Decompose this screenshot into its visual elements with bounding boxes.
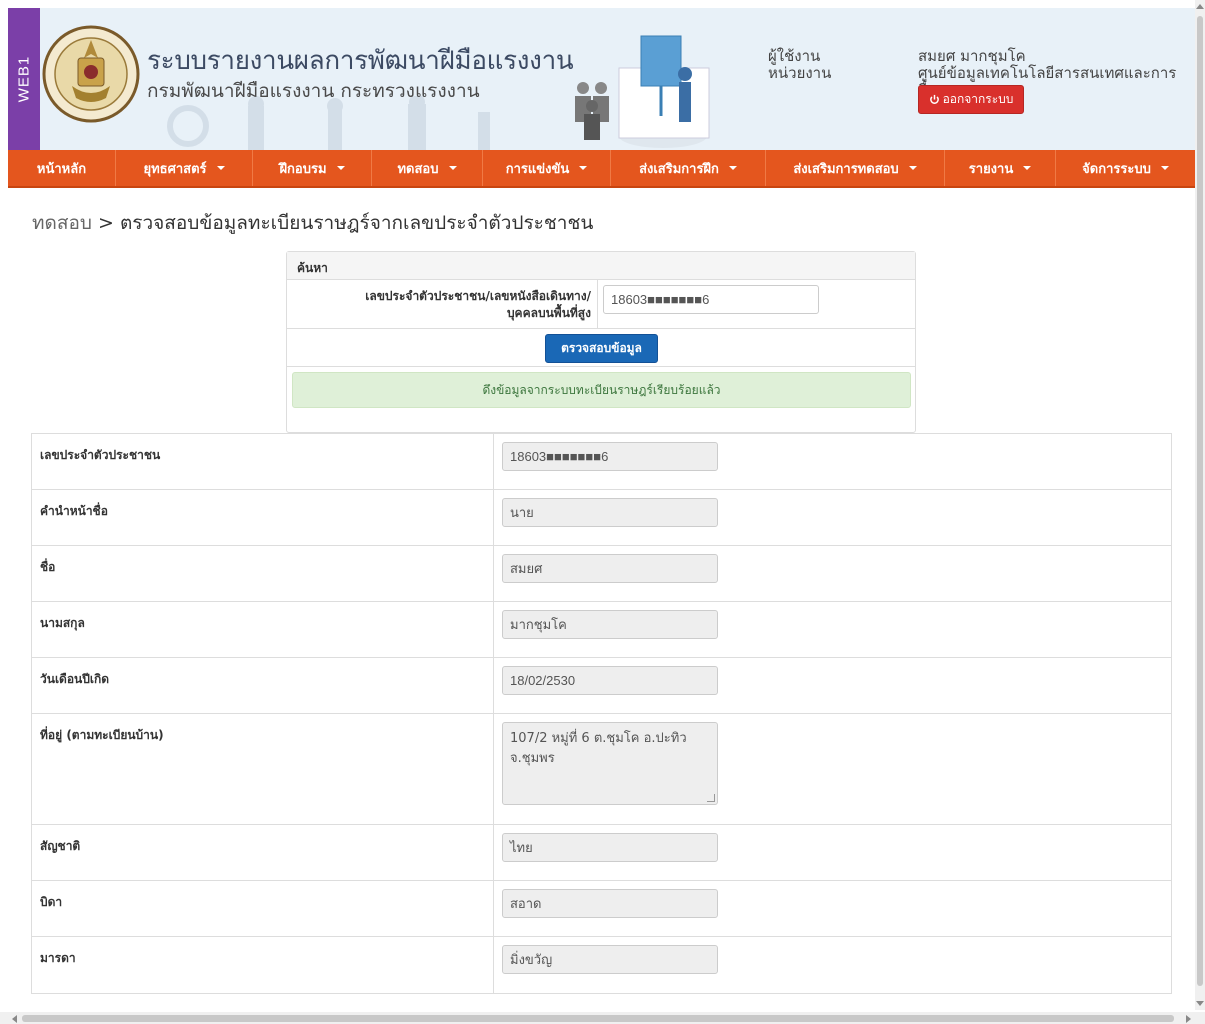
- row-divider: [597, 280, 598, 328]
- detail-row-mother: มารดา มิ่งขวัญ: [32, 937, 1171, 993]
- detail-label: สัญชาติ: [32, 825, 494, 880]
- search-panel-heading: ค้นหา: [287, 252, 915, 280]
- detail-row-father: บิดา สอาด: [32, 881, 1171, 937]
- address-textarea: 107/2 หมู่ที่ 6 ต.ชุมโค อ.ปะทิว จ.ชุมพร: [502, 722, 718, 805]
- unit-label: หน่วยงาน: [768, 64, 832, 82]
- search-button-row: ตรวจสอบข้อมูล: [287, 329, 915, 367]
- nav-item-competition[interactable]: การแข่งขัน: [483, 150, 611, 186]
- detail-label: บิดา: [32, 881, 494, 936]
- caret-down-icon: [908, 166, 917, 170]
- id-number-input[interactable]: 18603■■■■■■■6: [603, 285, 819, 314]
- detail-row-last-name: นามสกุล มากชุมโค: [32, 602, 1171, 658]
- main-navbar: หน้าหลัก ยุทธศาสตร์ ฝึกอบรม ทดสอบ การแข่…: [8, 150, 1195, 188]
- scroll-left-icon[interactable]: [12, 1015, 17, 1023]
- caret-down-icon: [216, 166, 225, 170]
- id-card-field: 18603■■■■■■■6: [502, 442, 718, 471]
- detail-label: ชื่อ: [32, 546, 494, 601]
- detail-label: นามสกุล: [32, 602, 494, 657]
- address-line: 107/2 หมู่ที่ 6 ต.ชุมโค อ.ปะทิว: [510, 731, 687, 746]
- scrollbar-thumb[interactable]: [1197, 16, 1203, 986]
- scroll-right-icon[interactable]: [1186, 1015, 1191, 1023]
- breadcrumb: ทดสอบ > ตรวจสอบข้อมูลทะเบียนราษฎร์จากเลข…: [32, 208, 593, 238]
- detail-label: คำนำหน้าชื่อ: [32, 490, 494, 545]
- scroll-up-icon[interactable]: [1196, 4, 1204, 9]
- nav-label: ทดสอบ: [397, 161, 439, 177]
- detail-label: มารดา: [32, 937, 494, 993]
- horizontal-scrollbar[interactable]: [0, 1012, 1205, 1024]
- resize-grip-icon: [707, 794, 715, 802]
- detail-row-birth-date: วันเดือนปีเกิด 18/02/2530: [32, 658, 1171, 714]
- system-subtitle: กรมพัฒนาฝีมือแรงงาน กระทรวงแรงงาน: [147, 80, 480, 102]
- caret-down-icon: [728, 166, 737, 170]
- nav-label: การแข่งขัน: [505, 161, 570, 177]
- caret-down-icon: [1023, 166, 1032, 170]
- nav-item-training[interactable]: ฝึกอบรม: [253, 150, 372, 186]
- birth-date-field: 18/02/2530: [502, 666, 718, 695]
- logout-label: ออกจากระบบ: [942, 92, 1014, 106]
- user-info-labels: ผู้ใช้งาน หน่วยงาน: [768, 48, 831, 82]
- prefix-field: นาย: [502, 498, 718, 527]
- nav-label: ส่งเสริมการฝึก: [639, 161, 719, 177]
- department-seal-logo: [42, 25, 140, 123]
- nav-item-strategy[interactable]: ยุทธศาสตร์: [116, 150, 253, 186]
- scroll-down-icon[interactable]: [1196, 1001, 1204, 1006]
- citizen-details-table: เลขประจำตัวประชาชน 18603■■■■■■■6 คำนำหน้…: [31, 433, 1172, 994]
- vertical-scrollbar[interactable]: [1195, 0, 1205, 1010]
- detail-row-first-name: ชื่อ สมยศ: [32, 546, 1171, 602]
- mother-field: มิ่งขวัญ: [502, 945, 718, 974]
- nav-label: ส่งเสริมการทดสอบ: [793, 161, 899, 177]
- nav-label: หน้าหลัก: [36, 161, 87, 177]
- user-label: ผู้ใช้งาน: [768, 47, 821, 65]
- last-name-field: มากชุมโค: [502, 610, 718, 639]
- detail-label: วันเดือนปีเกิด: [32, 658, 494, 713]
- detail-row-id-card: เลขประจำตัวประชาชน 18603■■■■■■■6: [32, 434, 1171, 490]
- power-icon: [929, 94, 939, 104]
- presentation-illustration: [575, 35, 710, 148]
- nav-item-home[interactable]: หน้าหลัก: [8, 150, 116, 186]
- first-name-field: สมยศ: [502, 554, 718, 583]
- breadcrumb-root[interactable]: ทดสอบ: [32, 212, 92, 234]
- detail-row-nationality: สัญชาติ ไทย: [32, 825, 1171, 881]
- breadcrumb-current: ตรวจสอบข้อมูลทะเบียนราษฎร์จากเลขประจำตัว…: [119, 212, 594, 234]
- caret-down-icon: [336, 166, 345, 170]
- nav-label: ยุทธศาสตร์: [143, 161, 207, 177]
- scrollbar-thumb[interactable]: [22, 1015, 1174, 1022]
- environment-tag: WEB1: [8, 8, 40, 150]
- site-header: WEB1 ระบบรายงานผลการพัฒนาฝีมือแรงงาน กรม…: [8, 8, 1195, 150]
- detail-label: ที่อยู่ (ตามทะเบียนบ้าน): [32, 714, 494, 824]
- logout-button[interactable]: ออกจากระบบ: [918, 85, 1024, 114]
- caret-down-icon: [579, 166, 588, 170]
- success-alert: ดึงข้อมูลจากระบบทะเบียนราษฎร์เรียบร้อยแล…: [292, 372, 911, 408]
- user-name: สมยศ มากชุมโค: [918, 47, 1026, 65]
- nav-item-training-promotion[interactable]: ส่งเสริมการฝึก: [611, 150, 766, 186]
- nav-item-testing-promotion[interactable]: ส่งเสริมการทดสอบ: [766, 150, 945, 186]
- nav-item-reports[interactable]: รายงาน: [945, 150, 1056, 186]
- system-title: ระบบรายงานผลการพัฒนาฝีมือแรงงาน: [147, 46, 574, 76]
- breadcrumb-separator: >: [97, 212, 114, 234]
- caret-down-icon: [1160, 166, 1169, 170]
- environment-tag-label: WEB1: [15, 55, 33, 103]
- address-line: จ.ชุมพร: [510, 751, 555, 766]
- father-field: สอาด: [502, 889, 718, 918]
- nav-item-testing[interactable]: ทดสอบ: [372, 150, 483, 186]
- nav-label: รายงาน: [968, 161, 1014, 177]
- id-number-label-line1: เลขประจำตัวประชาชน/เลขหนังสือเดินทาง/: [365, 289, 591, 303]
- search-row: เลขประจำตัวประชาชน/เลขหนังสือเดินทาง/ บุ…: [287, 280, 915, 329]
- check-data-button[interactable]: ตรวจสอบข้อมูล: [545, 334, 658, 363]
- detail-row-prefix: คำนำหน้าชื่อ นาย: [32, 490, 1171, 546]
- id-number-label-line2: บุคคลบนพื้นที่สูง: [506, 306, 591, 320]
- nav-label: ฝึกอบรม: [279, 161, 327, 177]
- nav-item-system-admin[interactable]: จัดการระบบ: [1056, 150, 1195, 186]
- nationality-field: ไทย: [502, 833, 718, 862]
- detail-row-address: ที่อยู่ (ตามทะเบียนบ้าน) 107/2 หมู่ที่ 6…: [32, 714, 1171, 825]
- caret-down-icon: [448, 166, 457, 170]
- nav-label: จัดการระบบ: [1082, 161, 1151, 177]
- search-panel: ค้นหา เลขประจำตัวประชาชน/เลขหนังสือเดินท…: [286, 251, 916, 433]
- id-number-field-label: เลขประจำตัวประชาชน/เลขหนังสือเดินทาง/ บุ…: [365, 288, 591, 322]
- detail-label: เลขประจำตัวประชาชน: [32, 434, 494, 489]
